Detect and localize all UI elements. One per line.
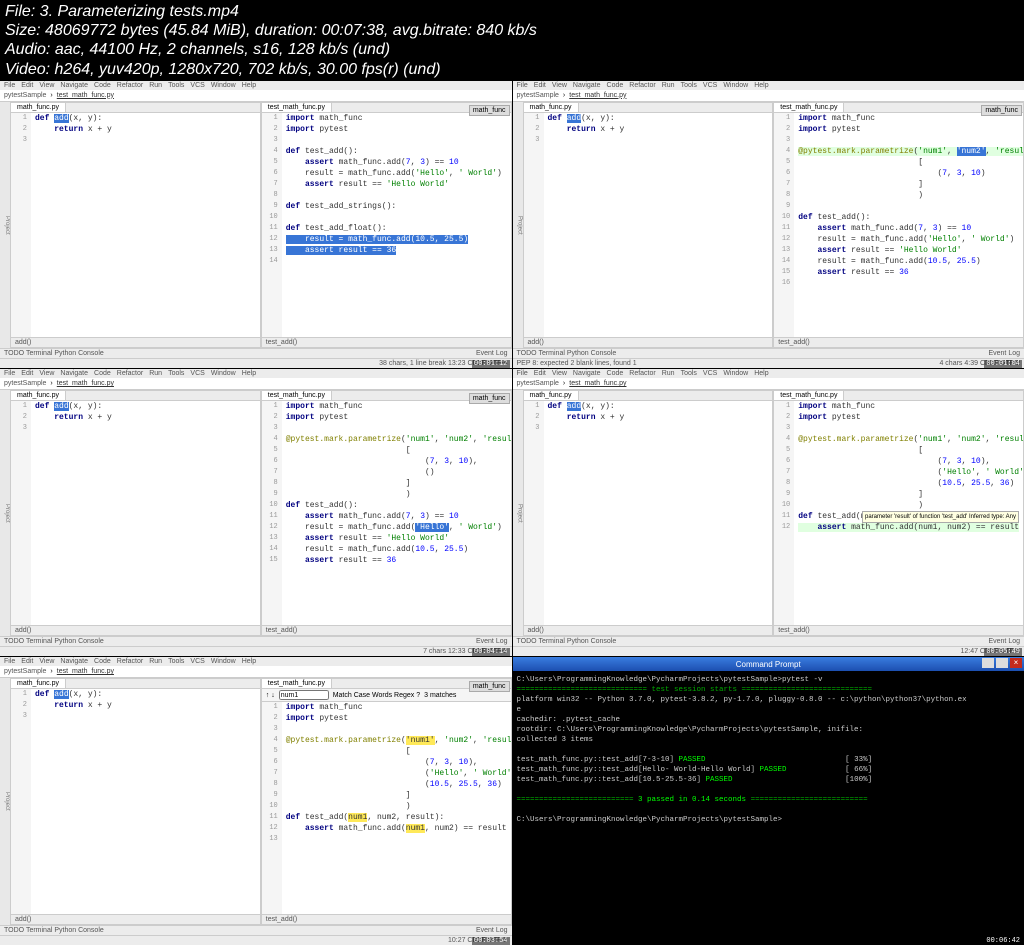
config-dropdown[interactable]: math_func [469,105,510,116]
close-button[interactable]: × [1010,658,1022,668]
menubar[interactable]: FileEditViewNavigateCodeRefactorRunTools… [513,81,1024,90]
menubar[interactable]: FileEditViewNavigateCodeRefactorRunTools… [0,81,512,90]
left-editor[interactable]: 123 def add(x, y): return x + y [524,401,773,625]
video-timestamp: 00:01:12 [472,360,510,368]
search-input[interactable] [279,690,329,700]
tab-test-math-func[interactable]: test_math_func.py [262,103,332,112]
menubar[interactable]: FileEditViewNavigateCodeRefactorRunTools… [513,369,1024,378]
menubar[interactable]: FileEditViewNavigateCodeRefactorRunTools… [0,369,512,378]
video-timestamp: 00:04:14 [472,648,510,656]
video-timestamp: 00:06:42 [984,937,1022,945]
config-dropdown[interactable]: math_func [981,105,1022,116]
side-tool-project[interactable]: Project [513,102,523,348]
tooltip: parameter 'result' of function 'test_add… [862,511,1019,523]
terminal-output[interactable]: C:\Users\ProgrammingKnowledge\PycharmPro… [513,671,1024,944]
terminal-tab[interactable]: Terminal [26,350,52,357]
breadcrumb[interactable]: pytestSample›test_math_func.py [0,378,512,390]
breadcrumb[interactable]: pytestSample›test_math_func.py [0,90,512,102]
video-timestamp: 00:05:49 [984,648,1022,656]
command-prompt-panel: Command Prompt × C:\Users\ProgrammingKno… [513,657,1024,944]
config-dropdown[interactable]: math_func [469,393,510,404]
side-tool-project[interactable]: Project [0,390,10,636]
ide-panel-1: FileEditViewNavigateCodeRefactorRunTools… [0,81,512,368]
tab-test-math-func[interactable]: test_math_func.py [774,103,844,112]
tab-math-func[interactable]: math_func.py [524,103,579,112]
video-timestamp: 00:03:54 [472,937,510,945]
menubar[interactable]: FileEditViewNavigateCodeRefactorRunTools… [0,657,512,666]
breadcrumb[interactable]: pytestSample›test_math_func.py [0,666,512,678]
tab-math-func[interactable]: math_func.py [11,391,66,400]
cmd-titlebar[interactable]: Command Prompt × [513,657,1024,671]
left-editor[interactable]: 123 def add(x, y): return x + y [11,113,260,337]
side-tool-project[interactable]: Project [0,102,10,348]
tab-math-func[interactable]: math_func.py [11,103,66,112]
left-editor[interactable]: 123 def add(x, y): return x + y [11,689,260,913]
video-timestamp: 00:01:04 [984,360,1022,368]
left-editor[interactable]: 123 def add(x, y): return x + y [524,113,773,337]
right-editor[interactable]: 1234567891011121314 import math_func imp… [262,113,511,337]
console-tab[interactable]: Python Console [54,350,103,357]
eventlog-tab[interactable]: Event Log [476,350,508,357]
file-metadata: File: 3. Parameterizing tests.mp4 Size: … [0,0,1024,81]
tab-test-math-func[interactable]: test_math_func.py [262,679,332,688]
side-tool-project[interactable]: Project [513,390,523,636]
ide-panel-2: FileEditViewNavigateCodeRefactorRunTools… [513,81,1024,368]
side-tool-project[interactable]: Project [0,678,10,924]
cmd-title: Command Prompt [736,660,801,669]
todo-tab[interactable]: TODO [4,350,24,357]
ide-panel-5: FileEditViewNavigateCodeRefactorRunTools… [0,657,512,944]
panel-grid: FileEditViewNavigateCodeRefactorRunTools… [0,81,1024,945]
tab-math-func[interactable]: math_func.py [524,391,579,400]
ide-panel-4: FileEditViewNavigateCodeRefactorRunTools… [513,369,1024,656]
breadcrumb[interactable]: pytestSample›test_math_func.py [513,378,1024,390]
tab-test-math-func[interactable]: test_math_func.py [262,391,332,400]
tab-test-math-func[interactable]: test_math_func.py [774,391,844,400]
right-editor[interactable]: 12345678910111213141516 import math_func… [774,113,1023,337]
right-editor[interactable]: 123456789101112131415 import math_func i… [262,401,511,625]
right-editor[interactable]: 12345678910111213 import math_func impor… [262,702,511,913]
breadcrumb[interactable]: pytestSample›test_math_func.py [513,90,1024,102]
config-dropdown[interactable]: math_func [469,681,510,692]
tab-math-func[interactable]: math_func.py [11,679,66,688]
context-label: add() [15,339,31,346]
ide-panel-3: FileEditViewNavigateCodeRefactorRunTools… [0,369,512,656]
minimize-button[interactable] [982,658,994,668]
maximize-button[interactable] [996,658,1008,668]
left-editor[interactable]: 123 def add(x, y): return x + y [11,401,260,625]
